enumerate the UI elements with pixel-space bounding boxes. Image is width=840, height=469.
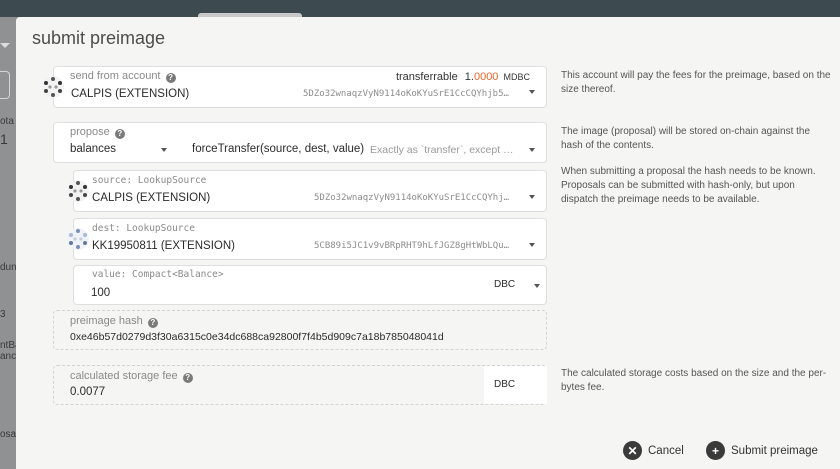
chevron-down-icon	[529, 195, 535, 199]
app-background-panel: ota 1 dun 3 ntBa ance osal	[0, 17, 16, 469]
transferrable-label: transferrable	[395, 71, 458, 83]
preimage-hash-value: 0xe46b57d0279d3f30a6315c0e34dc688ca92800…	[70, 331, 444, 343]
value-unit: DBC	[494, 279, 516, 290]
propose-selector: propose ? balances forceTransfer(source,…	[53, 122, 547, 163]
source-address: 5DZo32wnaqzVyN9114oKoKYuSrE1CcCQYhj…	[314, 193, 510, 203]
source-identicon	[67, 180, 89, 202]
transferrable-decimals: 0000	[473, 71, 499, 83]
storage-fee-unit: DBC	[494, 379, 516, 390]
chevron-right-icon	[0, 71, 10, 99]
chevron-down-icon	[529, 90, 535, 94]
chevron-down-icon	[0, 43, 10, 48]
transferrable-int: 1.	[464, 71, 474, 83]
bg-text-fragment: 3	[0, 309, 6, 320]
submit-label: Submit preimage	[731, 444, 818, 457]
preimage-hash-field: preimage hash ? 0xe46b57d0279d3f30a6315c…	[53, 310, 547, 350]
storage-fee-field: calculated storage fee ? 0.0077 DBC	[53, 365, 547, 405]
help-text-send-from: This account will pay the fees for the p…	[561, 70, 831, 95]
dest-account-name: KK19950811 (EXTENSION)	[92, 240, 235, 252]
dest-account-dropdown[interactable]: dest: LookupSource KK19950811 (EXTENSION…	[67, 218, 547, 260]
value-amount-input[interactable]	[91, 284, 471, 302]
propose-method-value: forceTransfer(source, dest, value)	[192, 143, 365, 155]
value-label: value: Compact<Balance>	[92, 269, 224, 280]
bg-text-fragment: ota	[0, 116, 14, 127]
propose-method-description: Exactly as `transfer`, except …	[370, 144, 514, 156]
chevron-down-icon	[534, 284, 540, 288]
propose-method-dropdown[interactable]: forceTransfer(source, dest, value) Exact…	[188, 139, 546, 163]
submit-preimage-modal: submit preimage send from account ? CALP…	[16, 17, 840, 469]
modal-title: submit preimage	[32, 28, 166, 48]
storage-fee-value: 0.0077	[70, 386, 106, 398]
cancel-button[interactable]: ✕ Cancel	[623, 441, 684, 460]
bg-text-fragment: ance	[0, 351, 16, 362]
help-text-proposal-hash: When submitting a proposal the hash need…	[561, 166, 816, 205]
send-from-account-dropdown[interactable]: send from account ? CALPIS (EXTENSION) t…	[42, 66, 547, 108]
send-from-address: 5DZo32wnaqzVyN9114oKoKYuSrE1CcCQYhjb5…	[303, 89, 509, 99]
send-from-label: send from account ?	[70, 70, 176, 83]
propose-label: propose ?	[70, 126, 125, 139]
help-icon[interactable]: ?	[165, 73, 176, 83]
chevron-down-icon	[529, 243, 535, 247]
dest-address: 5CB89i5JC1v9vBRpRHT9hLfJGZ8gHtWbLQu…	[314, 241, 510, 251]
transferrable-unit: MDBC	[503, 72, 531, 82]
plus-icon: +	[706, 441, 725, 460]
close-icon: ✕	[623, 441, 642, 460]
dest-label: dest: LookupSource	[92, 223, 195, 234]
storage-fee-unit-box: DBC	[484, 366, 547, 404]
storage-fee-label: calculated storage fee ?	[70, 370, 193, 383]
bg-text-fragment: osal	[0, 429, 16, 440]
help-icon[interactable]: ?	[182, 373, 193, 383]
source-label: source: LookupSource	[92, 175, 207, 186]
bg-text-fragment: ntBa	[0, 340, 16, 351]
value-input-group: value: Compact<Balance> DBC	[73, 265, 547, 305]
value-unit-dropdown[interactable]: DBC	[484, 266, 546, 304]
bg-text-fragment: dun	[0, 262, 16, 273]
app-topbar	[0, 0, 840, 17]
submit-preimage-button[interactable]: + Submit preimage	[706, 441, 818, 460]
dest-identicon	[67, 228, 89, 250]
help-text-storage-fee: The calculated storage costs based on th…	[561, 368, 827, 393]
source-account-dropdown[interactable]: source: LookupSource CALPIS (EXTENSION) …	[67, 170, 547, 212]
preimage-hash-label: preimage hash ?	[70, 315, 158, 328]
source-account-name: CALPIS (EXTENSION)	[92, 192, 211, 204]
send-from-account-name: CALPIS (EXTENSION)	[71, 88, 190, 100]
cancel-label: Cancel	[648, 444, 684, 457]
transferrable-balance: transferrable 1.0000 MDBC	[396, 71, 530, 83]
chevron-down-icon	[161, 148, 167, 152]
help-icon[interactable]: ?	[147, 318, 158, 328]
bg-text-fragment: 1	[0, 131, 8, 147]
help-text-propose: The image (proposal) will be stored on-c…	[561, 126, 811, 151]
propose-section-value: balances	[70, 143, 117, 155]
chevron-down-icon	[529, 148, 535, 152]
help-icon[interactable]: ?	[114, 129, 125, 139]
propose-section-dropdown[interactable]: balances	[54, 139, 184, 163]
account-identicon	[42, 76, 64, 98]
